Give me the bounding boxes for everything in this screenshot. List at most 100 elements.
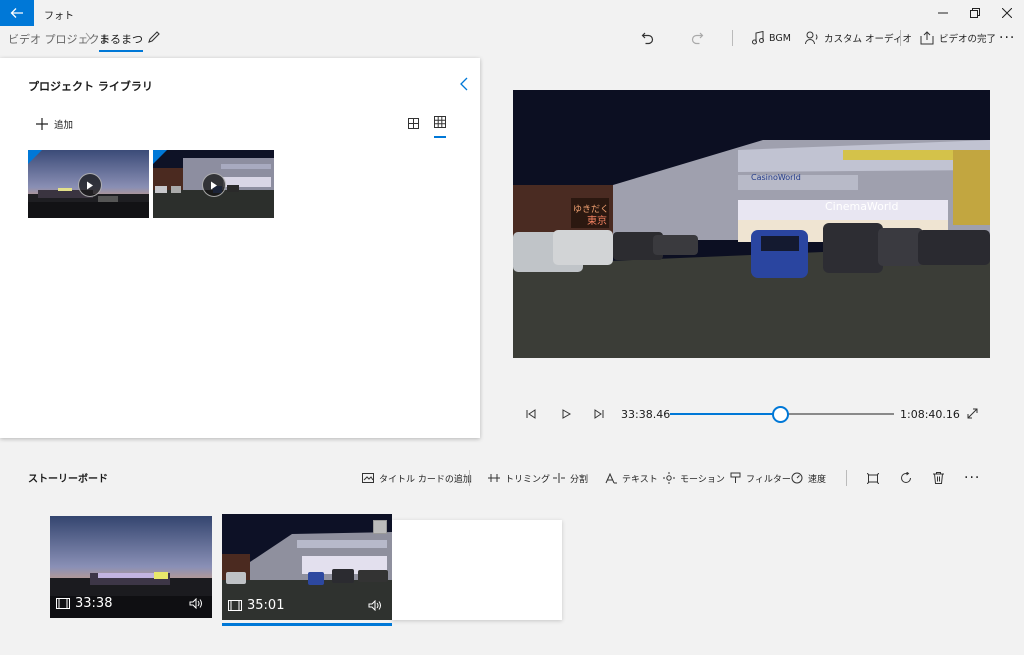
close-button[interactable] [992,4,1022,22]
svg-text:ゆきだく: ゆきだく [573,204,609,215]
clip-duration-label: 35:01 [228,598,284,613]
text-button[interactable]: テキスト [605,470,658,486]
selected-corner-marker [153,150,167,164]
toolbar-divider [846,470,847,486]
preview-frame-image: ゆきだく 東京 CasinoWorld CinemaWorld [513,90,990,358]
toolbar-divider [900,30,901,46]
svg-text:CinemaWorld: CinemaWorld [825,200,898,213]
redo-button[interactable] [690,30,704,46]
play-button[interactable] [561,409,572,422]
text-icon [605,472,617,483]
svg-text:東京: 東京 [587,214,607,227]
film-icon [228,600,242,611]
current-time: 33:38.46 [621,408,671,421]
filter-icon [730,472,741,483]
expand-icon [967,408,978,419]
trim-button[interactable]: トリミング [488,470,550,486]
rename-pencil-icon[interactable] [147,30,161,47]
small-grid-view-button[interactable] [434,116,446,138]
add-button[interactable]: 追加 [36,117,73,131]
custom-audio-label: カスタム オーディオ [824,34,912,45]
toolbar-divider [469,470,470,486]
seek-track[interactable] [670,406,894,423]
library-media-item[interactable] [28,150,149,218]
clip-duration: 33:38 [75,596,113,611]
more-dots-icon: ··· [999,30,1016,46]
arrow-left-icon [10,8,23,18]
grid-small-icon [434,116,446,128]
play-overlay-icon [202,173,226,197]
add-clip-placeholder[interactable] [392,520,562,620]
video-preview[interactable]: ゆきだく 東京 CasinoWorld CinemaWorld [513,90,990,358]
split-label: 分割 [570,474,589,485]
speed-button[interactable]: 速度 [791,470,826,486]
more-options-button[interactable]: ··· [999,30,1015,46]
rotate-button[interactable] [900,470,912,486]
text-label: テキスト [622,474,658,485]
finish-video-label: ビデオの完了 [939,34,997,45]
play-icon [562,409,572,419]
undo-button[interactable] [641,30,655,46]
selected-corner-marker [28,150,42,164]
filters-label: フィルター [746,474,791,485]
storyboard-clip[interactable]: 33:38 [50,516,212,618]
total-time: 1:08:40.16 [900,408,960,421]
add-title-card-button[interactable]: タイトル カードの追加 [362,470,472,486]
motion-icon [663,472,675,484]
split-icon [553,473,565,483]
project-name[interactable]: まるまつ [99,31,143,52]
back-button[interactable] [0,0,34,26]
selected-clip-indicator [222,623,392,626]
breadcrumb-video-projects[interactable]: ビデオ プロジェクト [8,31,111,47]
toolbar-divider [732,30,733,46]
remove-black-bars-button[interactable] [867,470,879,486]
more-dots-icon: ··· [964,470,981,486]
large-grid-view-button[interactable] [408,118,419,132]
chevron-right-icon [84,31,92,48]
speaker-icon[interactable] [368,599,382,614]
add-title-card-label: タイトル カードの追加 [379,474,472,485]
trim-label: トリミング [505,474,551,485]
seek-progress [670,413,780,415]
fullscreen-button[interactable] [967,408,978,422]
app-title: フォト [44,11,74,22]
project-library-panel: プロジェクト ライブラリ 追加 [0,58,480,438]
bgm-label: BGM [769,32,791,44]
restore-button[interactable] [960,4,990,22]
finish-video-button[interactable]: ビデオの完了 [920,30,996,46]
clip-duration: 35:01 [247,598,285,613]
undo-icon [641,32,654,45]
redo-icon [691,32,704,45]
play-overlay-icon [78,173,102,197]
filters-button[interactable]: フィルター [730,470,791,486]
title-card-icon [362,473,374,483]
clip-duration-label: 33:38 [56,596,112,611]
custom-audio-button[interactable]: カスタム オーディオ [805,30,912,46]
grid-large-icon [408,118,419,129]
storyboard-more-button[interactable]: ··· [964,470,980,486]
motion-button[interactable]: モーション [663,470,725,486]
seek-thumb[interactable] [771,406,789,423]
collapse-chevron-icon[interactable] [459,76,469,95]
storyboard-clip-selected[interactable]: 35:01 [222,514,392,620]
music-note-icon [752,31,764,45]
export-icon [920,31,934,45]
delete-button[interactable] [933,470,944,486]
speaker-icon[interactable] [189,597,203,612]
next-frame-button[interactable] [594,409,604,422]
add-label: 追加 [54,120,74,131]
minimize-button[interactable] [928,4,958,22]
rotate-icon [901,472,911,483]
split-button[interactable]: 分割 [553,470,588,486]
library-media-item[interactable] [153,150,274,218]
restore-icon [970,8,980,18]
minimize-icon [938,12,948,14]
previous-frame-button[interactable] [526,409,536,422]
bgm-button[interactable]: BGM [752,30,791,46]
clip-select-checkbox[interactable] [373,520,387,534]
speedometer-icon [791,472,803,484]
person-audio-icon [805,31,818,45]
title-bar [0,0,1024,26]
svg-text:CasinoWorld: CasinoWorld [751,173,801,182]
step-back-icon [526,409,536,419]
